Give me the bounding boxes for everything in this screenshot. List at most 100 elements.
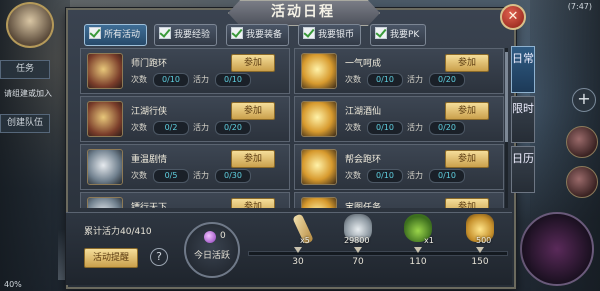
filter-pk[interactable]: 我要PK (370, 24, 427, 46)
status-time: (7:47) (567, 2, 592, 11)
moon-artifact-icon (301, 197, 337, 208)
activity-card: 帮会跑环 次数 0/10 活力 0/10 参加 (294, 144, 504, 190)
gem-icon (204, 231, 216, 243)
milestone-value: 150 (471, 257, 489, 267)
join-button[interactable]: 参加 (231, 102, 275, 120)
vigor-value: 0/20 (429, 73, 465, 87)
join-button[interactable]: 参加 (445, 198, 489, 208)
join-button[interactable]: 参加 (445, 150, 489, 168)
vigor-label: 活力 (193, 75, 209, 84)
filter-label: 我要装备 (246, 30, 283, 40)
join-button[interactable]: 参加 (231, 198, 275, 208)
check-icon (375, 27, 387, 39)
skill-icon[interactable] (566, 126, 598, 158)
activity-card: 江湖酒仙 次数 0/10 活力 0/20 参加 (294, 96, 504, 142)
side-tab-limited[interactable]: 限时 (511, 96, 535, 143)
activity-name: 镖行天下 (131, 203, 168, 208)
activity-name: 江湖酒仙 (345, 107, 382, 117)
check-icon (89, 27, 101, 39)
filter-label: 我要银币 (318, 30, 355, 40)
vigor-label: 活力 (407, 75, 423, 84)
activity-card: 镖行天下 参加 (80, 192, 290, 208)
vigor-label: 活力 (407, 171, 423, 180)
vigor-value: 0/30 (215, 169, 251, 183)
panel-title: 活动日程 (271, 4, 335, 20)
count-value: 0/10 (153, 73, 189, 87)
count-value: 0/2 (153, 121, 189, 135)
vigor-label: 活力 (407, 123, 423, 132)
milestone-marker (414, 247, 422, 253)
filter-label: 所有活动 (104, 30, 141, 40)
count-label: 次数 (131, 171, 147, 180)
silver-artifact-icon (87, 149, 123, 185)
vigor-label: 活力 (193, 123, 209, 132)
reward-count: x1 (424, 236, 434, 245)
scroll-thumb[interactable] (505, 52, 508, 142)
count-label: 次数 (131, 75, 147, 84)
vigor-value: 0/20 (215, 121, 251, 135)
activity-list: 师门跑环 次数 0/10 活力 0/10 参加 一气呵成 次数 0/10 活力 … (80, 48, 510, 208)
gold-artifact-icon (87, 53, 123, 89)
activity-reminder-button[interactable]: 活动提醒 (84, 248, 138, 268)
activity-name: 一气呵成 (345, 59, 382, 69)
close-button[interactable]: ✕ (500, 4, 526, 30)
check-icon (231, 27, 243, 39)
bg-task-tab[interactable]: 任务 (0, 60, 50, 79)
filter-experience[interactable]: 我要经验 (154, 24, 218, 46)
vigor-value: 0/20 (429, 121, 465, 135)
filter-silver[interactable]: 我要银币 (298, 24, 362, 46)
count-label: 次数 (345, 171, 361, 180)
total-vigor: 累计活力40/410 (84, 227, 152, 237)
help-icon[interactable]: ? (150, 248, 168, 266)
activity-card: 师门跑环 次数 0/10 活力 0/10 参加 (80, 48, 290, 94)
count-value: 0/10 (367, 73, 403, 87)
vigor-value: 0/10 (429, 169, 465, 183)
moon-artifact-icon (301, 101, 337, 137)
filter-all-activities[interactable]: 所有活动 (84, 24, 148, 46)
side-tab-calendar[interactable]: 日历 (511, 146, 535, 193)
filter-equipment[interactable]: 我要装备 (226, 24, 290, 46)
gold-artifact-icon (87, 101, 123, 137)
bg-create-team-button[interactable]: 创建队伍 (0, 114, 50, 133)
milestone-value: 30 (292, 257, 304, 267)
count-value: 0/10 (367, 169, 403, 183)
milestone-marker (476, 247, 484, 253)
milestone-marker (294, 247, 302, 253)
activity-card: 重温剧情 次数 0/5 活力 0/30 参加 (80, 144, 290, 190)
count-label: 次数 (131, 123, 147, 132)
vigor-label: 活力 (193, 171, 209, 180)
daily-activity-value: 0 (220, 231, 226, 241)
vigor-value: 0/10 (215, 73, 251, 87)
side-tab-daily[interactable]: 日常 (511, 46, 535, 93)
count-label: 次数 (345, 123, 361, 132)
join-button[interactable]: 参加 (445, 102, 489, 120)
join-button[interactable]: 参加 (231, 150, 275, 168)
bg-team-hint: 请组建或加入 (4, 89, 52, 98)
reward-count: x5 (300, 236, 310, 245)
milestone-marker (354, 247, 362, 253)
progress-track (248, 251, 508, 256)
count-value: 0/10 (367, 121, 403, 135)
list-scrollbar[interactable] (505, 48, 508, 208)
count-label: 次数 (345, 75, 361, 84)
check-icon (159, 27, 171, 39)
moon-artifact-icon (301, 149, 337, 185)
join-button[interactable]: 参加 (231, 54, 275, 72)
activity-name: 帮会跑环 (345, 155, 382, 165)
silver-artifact-icon (87, 197, 123, 208)
attack-button[interactable] (520, 212, 594, 286)
filter-label: 我要PK (390, 30, 420, 40)
activity-card: 一气呵成 次数 0/10 活力 0/20 参加 (294, 48, 504, 94)
milestone-value: 110 (409, 257, 427, 267)
reward-count: 500 (476, 236, 492, 245)
filter-label: 我要经验 (174, 30, 211, 40)
activity-card: 江湖行侠 次数 0/2 活力 0/20 参加 (80, 96, 290, 142)
join-button[interactable]: 参加 (445, 54, 489, 72)
count-value: 0/5 (153, 169, 189, 183)
hero-portrait[interactable] (6, 2, 54, 48)
expand-plus-button[interactable]: + (572, 88, 596, 112)
activity-name: 宝图任务 (345, 203, 382, 208)
skill-icon[interactable] (566, 166, 598, 198)
moon-artifact-icon (301, 53, 337, 89)
reward-count: 29800 (344, 236, 370, 245)
